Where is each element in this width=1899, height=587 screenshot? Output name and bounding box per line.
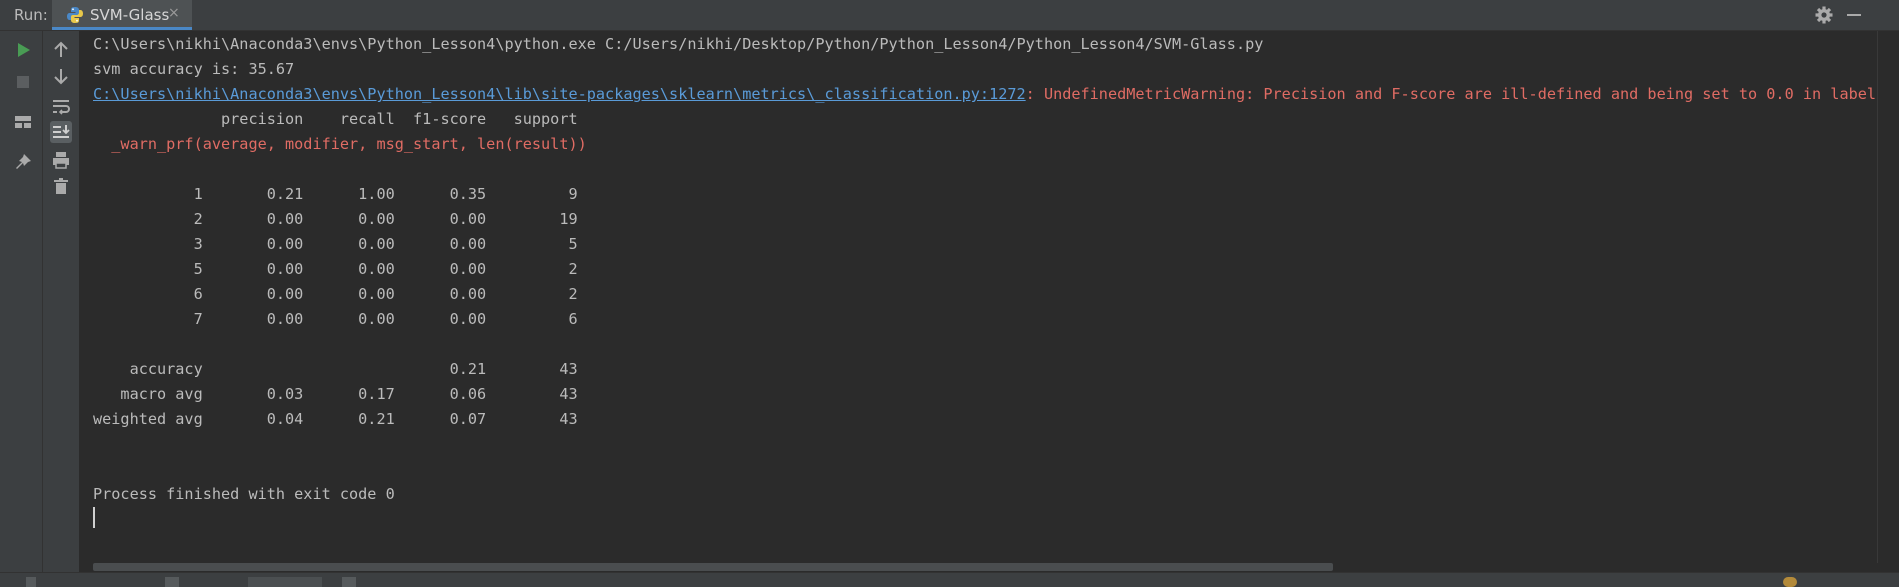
report-macro-avg-row: macro avg 0.03 0.17 0.06 43 bbox=[93, 385, 578, 403]
process-finished-line: Process finished with exit code 0 bbox=[93, 485, 395, 503]
scroll-to-end-icon[interactable] bbox=[50, 121, 72, 143]
stop-icon[interactable] bbox=[12, 71, 34, 93]
command-line: C:\Users\nikhi\Anaconda3\envs\Python_Les… bbox=[93, 35, 1264, 53]
print-icon[interactable] bbox=[50, 149, 72, 171]
tab-svm-glass[interactable]: SVM-Glass × bbox=[52, 0, 192, 30]
run-icon[interactable] bbox=[12, 39, 34, 61]
report-weighted-avg-row: weighted avg 0.04 0.21 0.07 43 bbox=[93, 410, 578, 428]
run-tool-window-header: Run: SVM-Glass × bbox=[0, 0, 1899, 31]
report-row: 2 0.00 0.00 0.00 19 bbox=[93, 210, 578, 228]
report-row: 1 0.21 1.00 0.35 9 bbox=[93, 185, 578, 203]
run-controls-toolbar bbox=[0, 31, 43, 572]
down-arrow-icon[interactable] bbox=[50, 65, 72, 87]
settings-gear-icon[interactable] bbox=[1814, 5, 1834, 25]
console-actions-toolbar bbox=[43, 31, 80, 572]
horizontal-scrollbar[interactable] bbox=[80, 563, 1877, 572]
soft-wrap-icon[interactable] bbox=[50, 95, 72, 117]
trash-icon[interactable] bbox=[50, 175, 72, 197]
console-output[interactable]: C:\Users\nikhi\Anaconda3\envs\Python_Les… bbox=[80, 31, 1877, 563]
pin-icon[interactable] bbox=[12, 151, 34, 173]
minimize-icon[interactable] bbox=[1847, 14, 1861, 16]
horizontal-scroll-thumb[interactable] bbox=[93, 563, 1333, 571]
close-tab-icon[interactable]: × bbox=[168, 5, 180, 21]
up-arrow-icon[interactable] bbox=[50, 39, 72, 61]
text-caret bbox=[93, 507, 95, 528]
report-row: 3 0.00 0.00 0.00 5 bbox=[93, 235, 578, 253]
warning-call-line: _warn_prf(average, modifier, msg_start, … bbox=[93, 135, 587, 153]
report-accuracy-row: accuracy 0.21 43 bbox=[93, 360, 578, 378]
run-label: Run: bbox=[14, 6, 48, 24]
python-file-icon bbox=[66, 6, 84, 24]
status-bar bbox=[0, 572, 1899, 587]
report-row: 6 0.00 0.00 0.00 2 bbox=[93, 285, 578, 303]
warning-message: : UndefinedMetricWarning: Precision and … bbox=[1025, 85, 1877, 103]
report-header: precision recall f1-score support bbox=[93, 110, 578, 128]
warning-source-link[interactable]: C:\Users\nikhi\Anaconda3\envs\Python_Les… bbox=[93, 85, 1026, 103]
tab-label: SVM-Glass bbox=[90, 6, 170, 24]
layout-icon[interactable] bbox=[12, 111, 34, 133]
report-row: 5 0.00 0.00 0.00 2 bbox=[93, 260, 578, 278]
report-row: 7 0.00 0.00 0.00 6 bbox=[93, 310, 578, 328]
vertical-scrollbar[interactable] bbox=[1877, 31, 1899, 563]
accuracy-output: svm accuracy is: 35.67 bbox=[93, 60, 295, 78]
warning-line: C:\Users\nikhi\Anaconda3\envs\Python_Les… bbox=[93, 83, 1877, 105]
